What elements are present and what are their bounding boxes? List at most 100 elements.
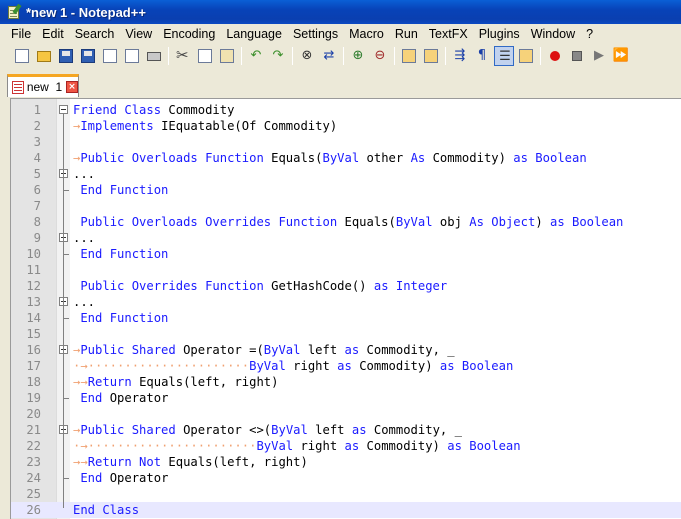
code-text: End Function (73, 182, 168, 198)
menu-window[interactable]: Window (526, 24, 581, 44)
keyword-token: Public Overloads Overrides Function (80, 215, 345, 229)
user-define-dialog-button[interactable] (516, 46, 536, 66)
code-line[interactable]: 16 →Public Shared Operator =(ByVal left a… (11, 342, 681, 358)
menu-view[interactable]: View (120, 24, 158, 44)
code-line[interactable]: 3 (11, 134, 681, 150)
menu-settings[interactable]: Settings (288, 24, 344, 44)
word-wrap-button[interactable]: ⇶ (450, 46, 470, 66)
sync-horizontal-button[interactable] (421, 46, 441, 66)
stop-record-button[interactable] (567, 46, 587, 66)
text-token: Commodity) (359, 359, 440, 373)
save-button[interactable] (56, 46, 76, 66)
paste-button[interactable] (217, 46, 237, 66)
play-macro-button[interactable]: ▶ (589, 46, 609, 66)
code-line[interactable]: 13... (11, 294, 681, 310)
menu-edit[interactable]: Edit (37, 24, 70, 44)
open-file-button[interactable] (34, 46, 54, 66)
close-button[interactable] (100, 46, 120, 66)
code-line[interactable]: 24 End Operator (11, 470, 681, 486)
menu-encoding[interactable]: Encoding (158, 24, 221, 44)
menu-file[interactable]: File (0, 24, 37, 44)
sync-vertical-button[interactable] (399, 46, 419, 66)
code-text: End Class (73, 502, 139, 518)
cut-button[interactable] (173, 46, 193, 66)
copy-button[interactable] (195, 46, 215, 66)
replace-button[interactable]: ⇄ (319, 46, 339, 66)
line-number: 21 (26, 423, 41, 437)
text-token: Equals( (271, 151, 323, 165)
close-all-button[interactable] (122, 46, 142, 66)
undo-icon: ↶ (250, 48, 262, 63)
undo-button[interactable]: ↶ (246, 46, 266, 66)
redo-button[interactable]: ↷ (268, 46, 288, 66)
menu-macro[interactable]: Macro (344, 24, 390, 44)
code-line[interactable]: 26 End Class (11, 502, 681, 518)
code-line[interactable]: 8 Public Overloads Overrides Function Eq… (11, 214, 681, 230)
menu-run[interactable]: Run (390, 24, 424, 44)
code-line[interactable]: 21 →Public Shared Operator <>(ByVal left … (11, 422, 681, 438)
close-tab-icon[interactable]: × (66, 81, 78, 93)
code-text: →→Return Not Equals(left, right) (73, 454, 308, 470)
code-line[interactable]: 9... (11, 230, 681, 246)
record-macro-button[interactable] (545, 46, 565, 66)
code-line[interactable]: 23 →→Return Not Equals(left, right) (11, 454, 681, 470)
code-text: Public Overloads Overrides Function Equa… (73, 214, 623, 230)
code-line[interactable]: 1 Friend Class Commodity (11, 102, 681, 118)
line-number: 25 (26, 487, 41, 501)
line-number: 1 (33, 103, 41, 117)
tab-new-1[interactable]: new 1 × (7, 74, 79, 97)
code-editor[interactable]: 1 Friend Class Commodity 2 →Implements IEqu… (10, 98, 681, 519)
line-number: 19 (26, 391, 41, 405)
code-line[interactable]: 10 End Function (11, 246, 681, 262)
whitespace-marker: ·→······················· (73, 439, 257, 453)
menu-language[interactable]: Language (221, 24, 288, 44)
text-token: ... (73, 167, 96, 181)
code-line[interactable]: 7 (11, 198, 681, 214)
indent-guide-button[interactable]: ☰ (494, 46, 514, 66)
print-button[interactable] (144, 46, 164, 66)
code-line[interactable]: 12 Public Overrides Function GetHashCode… (11, 278, 681, 294)
code-line[interactable]: 15 (11, 326, 681, 342)
code-line[interactable]: 25 (11, 486, 681, 502)
keyword-token: ByVal (395, 215, 440, 229)
code-text: →Public Shared Operator =(ByVal left as … (73, 342, 455, 358)
code-line[interactable]: 2 →Implements IEquatable(Of Commodity) (11, 118, 681, 134)
line-number: 17 (26, 359, 41, 373)
find-button[interactable]: ⊗ (297, 46, 317, 66)
play-icon: ▶ (594, 48, 604, 63)
zoom-out-button[interactable]: ⊖ (370, 46, 390, 66)
menu-help[interactable]: ? (581, 24, 599, 44)
code-line[interactable]: 14 End Function (11, 310, 681, 326)
show-all-chars-button[interactable]: ¶ (472, 46, 492, 66)
line-number: 10 (26, 247, 41, 261)
code-line[interactable]: 19 End Operator (11, 390, 681, 406)
tab-label: new 1 (26, 80, 63, 94)
text-token: Operator (109, 391, 169, 405)
zoom-in-button[interactable]: ⊕ (348, 46, 368, 66)
binoculars-icon: ⊗ (301, 48, 313, 63)
keyword-token: Public Shared (80, 343, 184, 357)
text-token: Commodity, _ (373, 423, 462, 437)
fold-toggle-icon[interactable] (59, 105, 68, 114)
code-line[interactable]: 18 →→Return Equals(left, right) (11, 374, 681, 390)
keyword-token: Public Overrides Function (80, 279, 272, 293)
menu-plugins[interactable]: Plugins (474, 24, 526, 44)
run-macro-multiple-button[interactable]: ⏩ (611, 46, 631, 66)
tab-bar: new 1 × (0, 68, 681, 98)
code-line[interactable]: 5... (11, 166, 681, 182)
sync-horizontal-icon (424, 49, 438, 63)
save-all-button[interactable] (78, 46, 98, 66)
menu-search[interactable]: Search (70, 24, 121, 44)
notepadpp-app-icon[interactable] (6, 3, 22, 20)
code-line[interactable]: 4 →Public Overloads Function Equals(ByVal… (11, 150, 681, 166)
line-number: 6 (33, 183, 41, 197)
menu-textfx[interactable]: TextFX (424, 24, 474, 44)
code-line[interactable]: 22 ·→·······················ByVal right a… (11, 438, 681, 454)
code-line[interactable]: 11 (11, 262, 681, 278)
code-line[interactable]: 17 ·→······················ByVal right as… (11, 358, 681, 374)
code-line[interactable]: 6 End Function (11, 182, 681, 198)
new-file-button[interactable] (12, 46, 32, 66)
replace-icon: ⇄ (323, 48, 335, 63)
code-line[interactable]: 20 (11, 406, 681, 422)
notepadpp-window: *new 1 - Notepad++ File Edit Search View Enc… (0, 0, 681, 519)
